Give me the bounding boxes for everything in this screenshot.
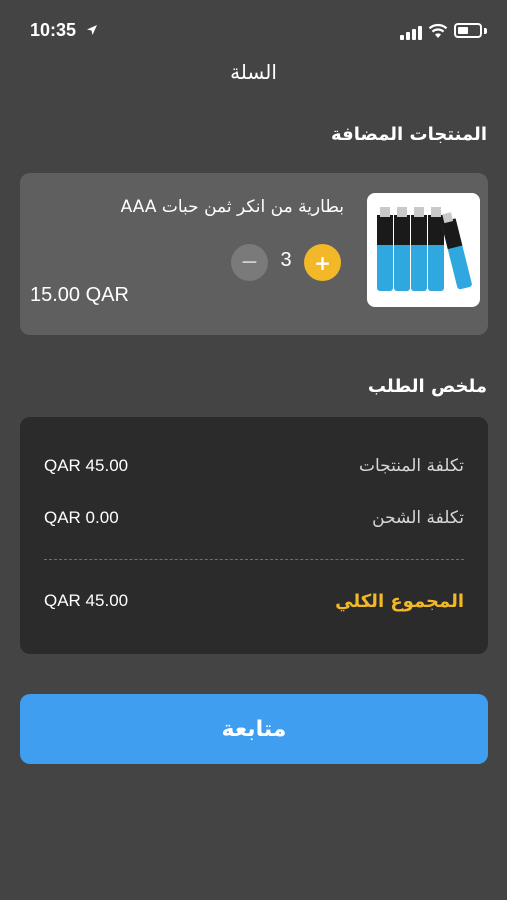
battery-icon [454, 23, 482, 38]
page-title: السلة [230, 60, 277, 84]
product-card: بطارية من انكر ثمن حبات AAA + 3 − 15.00 … [20, 173, 488, 335]
cellular-signal-icon [400, 26, 424, 40]
wifi-icon [428, 23, 448, 38]
continue-button[interactable]: متابعة [20, 694, 488, 764]
total-row: المجموع الكلي QAR 45.00 [20, 587, 488, 617]
order-summary-title: ملخص الطلب [367, 376, 487, 397]
battery-cap [484, 28, 487, 34]
battery-pack-image-icon [377, 207, 472, 291]
product-name: بطارية من انكر ثمن حبات AAA [120, 197, 344, 217]
products-cost-row: تكلفة المنتجات QAR 45.00 [20, 452, 488, 482]
order-summary-card: تكلفة المنتجات QAR 45.00 تكلفة الشحن QAR… [20, 417, 488, 654]
total-value: QAR 45.00 [44, 591, 129, 610]
products-cost-label: تكلفة المنتجات [358, 456, 464, 476]
status-time: 10:35 [30, 20, 77, 40]
shipping-cost-label: تكلفة الشحن [372, 508, 464, 528]
shipping-cost-value: QAR 0.00 [44, 508, 119, 527]
added-products-title: المنتجات المضافة [331, 124, 487, 145]
location-arrow-icon [87, 25, 97, 35]
total-label: المجموع الكلي [335, 591, 464, 612]
shipping-cost-row: تكلفة الشحن QAR 0.00 [20, 504, 488, 534]
product-price: 15.00 QAR [30, 284, 129, 306]
quantity-value: 3 [280, 249, 292, 271]
decrease-quantity-button[interactable]: − [231, 244, 268, 281]
products-cost-value: QAR 45.00 [44, 456, 129, 475]
summary-divider [44, 559, 464, 560]
increase-quantity-button[interactable]: + [304, 244, 341, 281]
product-image [367, 193, 480, 307]
status-bar: 10:35 [0, 0, 507, 60]
